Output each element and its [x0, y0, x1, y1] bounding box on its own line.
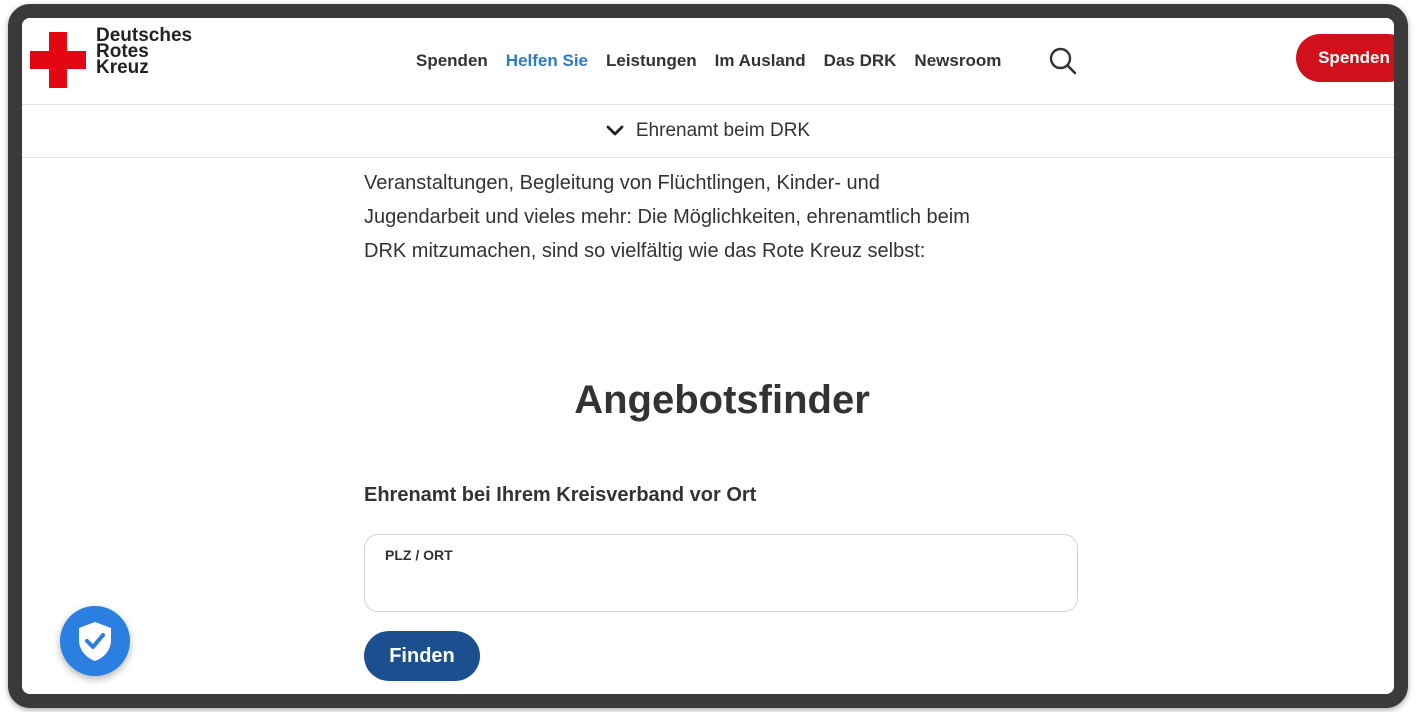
- finder-subtitle: Ehrenamt bei Ihrem Kreisverband vor Ort: [364, 484, 757, 506]
- find-button[interactable]: Finden: [364, 631, 480, 681]
- shield-check-icon: [79, 622, 111, 661]
- main-nav: Spenden Helfen Sie Leistungen Im Ausland…: [416, 51, 1019, 71]
- red-cross-icon: [30, 32, 86, 88]
- nav-item-newsroom[interactable]: Newsroom: [914, 51, 1001, 71]
- privacy-badge[interactable]: [60, 606, 130, 676]
- nav-item-das-drk[interactable]: Das DRK: [824, 51, 897, 71]
- intro-line: Jugendarbeit und vieles mehr: Die Möglic…: [364, 206, 970, 228]
- subnav-toggle[interactable]: Ehrenamt beim DRK: [22, 105, 1394, 158]
- device-bezel: Deutsches Rotes Kreuz Spenden Helfen Sie…: [8, 4, 1408, 708]
- site-header: Deutsches Rotes Kreuz Spenden Helfen Sie…: [22, 18, 1394, 105]
- logo-wordmark: Deutsches Rotes Kreuz: [96, 26, 192, 78]
- logo-line-3: Kreuz: [96, 57, 149, 78]
- nav-item-leistungen[interactable]: Leistungen: [606, 51, 697, 71]
- subnav-label: Ehrenamt beim DRK: [635, 120, 811, 141]
- nav-item-spenden[interactable]: Spenden: [416, 51, 488, 71]
- intro-paragraph: Veranstaltungen, Begleitung von Flüchtli…: [364, 166, 1084, 268]
- finder-title: Angebotsfinder: [574, 378, 870, 422]
- plz-label: PLZ / ORT: [385, 547, 453, 563]
- plz-field[interactable]: PLZ / ORT: [364, 534, 1078, 612]
- nav-item-im-ausland[interactable]: Im Ausland: [715, 51, 806, 71]
- intro-line: DRK mitzumachen, sind so vielfältig wie …: [364, 240, 926, 262]
- nav-item-helfen-sie[interactable]: Helfen Sie: [506, 51, 588, 71]
- chevron-down-icon: [606, 125, 624, 136]
- device-frame: Deutsches Rotes Kreuz Spenden Helfen Sie…: [0, 0, 1418, 712]
- search-icon[interactable]: [1048, 46, 1078, 76]
- drk-logo[interactable]: Deutsches Rotes Kreuz: [30, 26, 192, 88]
- intro-line: Veranstaltungen, Begleitung von Flüchtli…: [364, 172, 880, 194]
- donate-button[interactable]: Spenden: [1296, 34, 1394, 82]
- plz-input[interactable]: [383, 571, 1057, 603]
- browser-viewport: Deutsches Rotes Kreuz Spenden Helfen Sie…: [22, 18, 1394, 694]
